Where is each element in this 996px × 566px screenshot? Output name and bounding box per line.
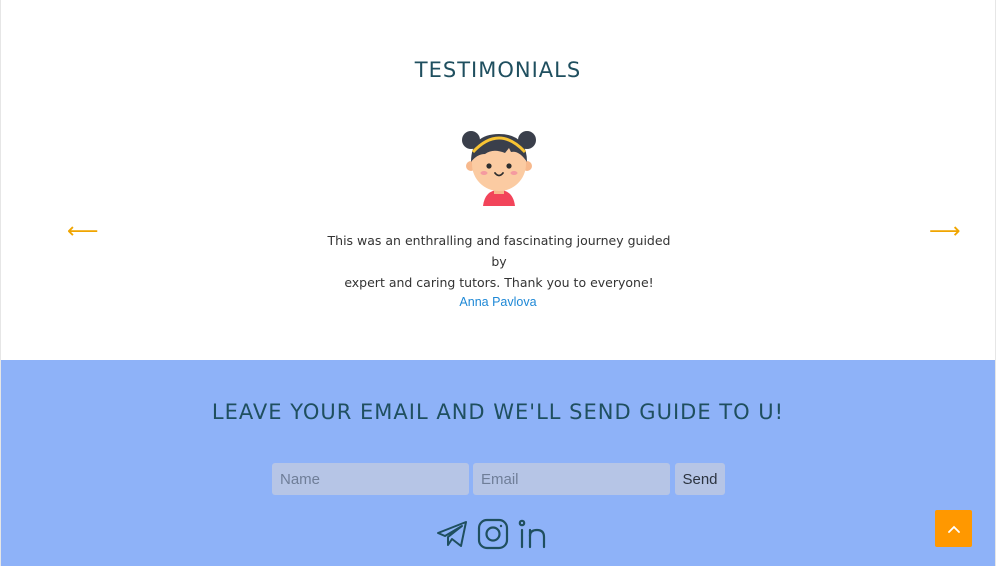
social-links	[435, 517, 555, 551]
name-field[interactable]	[272, 463, 469, 495]
testimonial-quote: This was an enthralling and fascinating …	[319, 230, 679, 293]
prev-testimonial-arrow-icon[interactable]: ⟵	[67, 221, 99, 243]
avatar	[459, 126, 539, 208]
instagram-icon[interactable]	[476, 517, 510, 551]
subscribe-title: LEAVE YOUR EMAIL AND WE'LL SEND GUIDE TO…	[211, 400, 785, 424]
girl-avatar-icon	[462, 131, 536, 206]
quote-line-1: This was an enthralling and fascinating …	[327, 233, 671, 269]
email-field[interactable]	[473, 463, 670, 495]
scroll-to-top-button[interactable]	[935, 510, 972, 547]
testimonial-author[interactable]: Anna Pavlova	[1, 295, 995, 309]
send-button[interactable]: Send	[675, 463, 725, 495]
linkedin-icon[interactable]	[517, 517, 551, 551]
chevron-up-icon	[947, 525, 960, 533]
quote-line-2: expert and caring tutors. Thank you to e…	[344, 275, 654, 290]
telegram-icon[interactable]	[435, 517, 469, 551]
next-testimonial-arrow-icon[interactable]: ⟶	[929, 221, 961, 243]
testimonials-section: TESTIMONIALS ⟵ ⟶ This was an enthralling…	[1, 0, 995, 360]
subscribe-section: LEAVE YOUR EMAIL AND WE'LL SEND GUIDE TO…	[1, 360, 995, 566]
testimonials-title: TESTIMONIALS	[414, 58, 582, 82]
